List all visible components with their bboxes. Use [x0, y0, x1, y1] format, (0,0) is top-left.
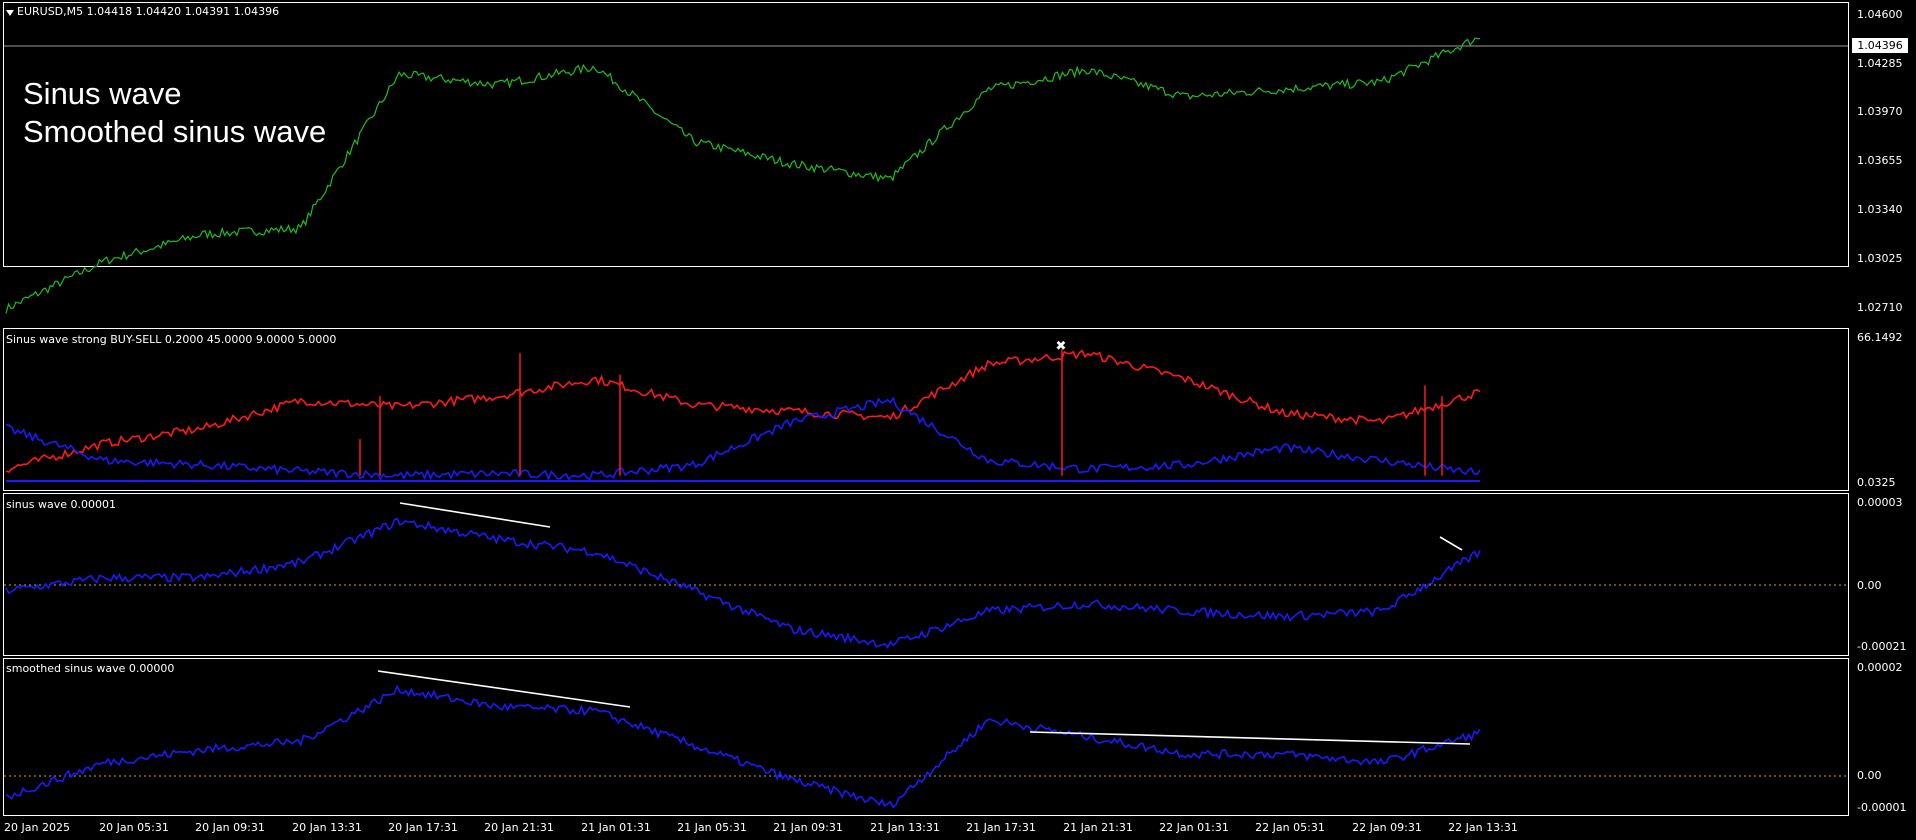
signal-marker: ✖ [1056, 339, 1067, 354]
chart-plot-area: ✖ [4, 37, 1848, 809]
smoothed-sinus-wave-series [5, 684, 1481, 809]
divergence-trendline [1439, 536, 1463, 551]
buy-series [5, 349, 1481, 474]
sell-series [5, 396, 1481, 481]
price-series [5, 37, 1481, 314]
divergence-trendline [399, 502, 551, 528]
sinus-wave-series [5, 517, 1481, 650]
divergence-trendline [377, 670, 631, 708]
